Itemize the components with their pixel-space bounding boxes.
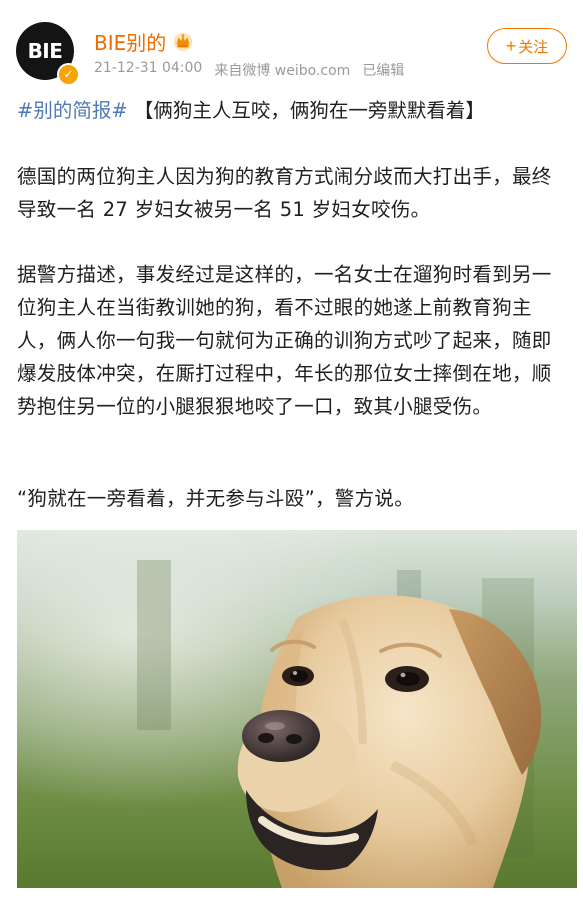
post-paragraph-2: 据警方描述，事发经过是这样的，一名女士在遛狗时看到另一位狗主人在当街教训她的狗，…	[17, 263, 552, 418]
post-paragraph-3: “狗就在一旁看着，并无参与斗殴”，警方说。	[17, 487, 415, 510]
post-source[interactable]: 来自微博 weibo.com	[214, 60, 350, 80]
post-image[interactable]	[17, 530, 577, 888]
post-title: 【俩狗主人互咬，俩狗在一旁默默看着】	[133, 99, 485, 122]
post-headline: #别的简报# 【俩狗主人互咬，俩狗在一旁默默看着】	[17, 96, 567, 126]
post-meta: 21-12-31 04:00 来自微博 weibo.com 已编辑	[94, 60, 404, 80]
crown-icon	[174, 32, 193, 52]
plus-icon: +	[505, 36, 517, 56]
account-name[interactable]: BIE别的	[94, 27, 166, 56]
verified-badge-icon: ✓	[57, 63, 80, 86]
account-name-row: BIE别的	[94, 27, 194, 55]
edited-label[interactable]: 已编辑	[362, 60, 404, 80]
topic-link[interactable]: #别的简报#	[17, 99, 128, 122]
follow-button-label: 关注	[518, 38, 549, 56]
post-timestamp: 21-12-31 04:00	[94, 60, 203, 76]
dog-photo	[17, 530, 577, 888]
post-paragraph-1: 德国的两位狗主人因为狗的教育方式闹分歧而大打出手，最终导致一名 27 岁妇女被另…	[17, 165, 552, 221]
avatar[interactable]: BIE ✓	[16, 22, 80, 86]
weibo-post: BIE ✓ BIE别的 21-12-31 04:00 来自微博 weibo.co…	[0, 0, 583, 898]
follow-button[interactable]: + 关注	[487, 28, 567, 64]
post-header: BIE ✓ BIE别的 21-12-31 04:00 来自微博 weibo.co…	[16, 22, 567, 86]
